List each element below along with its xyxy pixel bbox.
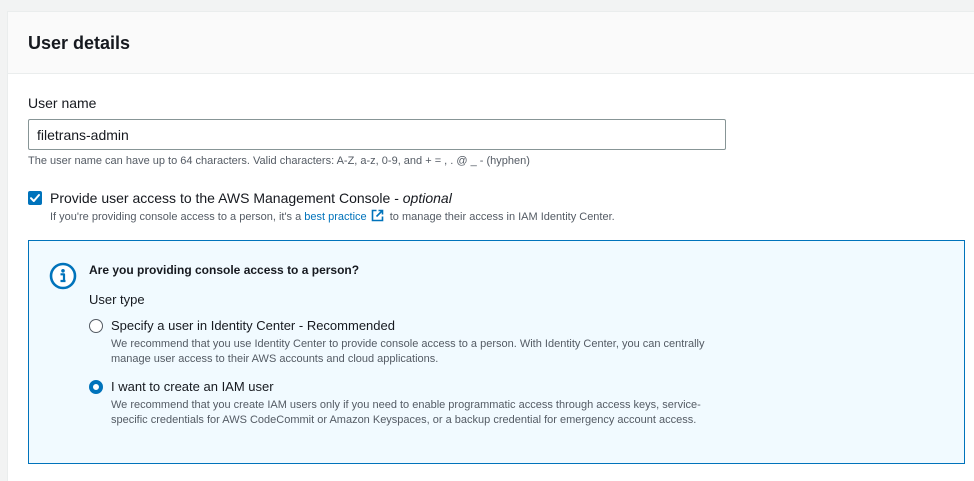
iam-user-label[interactable]: I want to create an IAM user	[111, 379, 274, 394]
console-access-checkbox[interactable]	[28, 191, 42, 205]
identity-center-radio[interactable]	[89, 319, 103, 333]
user-name-input[interactable]	[28, 119, 726, 150]
console-access-desc-after: to manage their access in IAM Identity C…	[386, 211, 615, 223]
identity-center-description: We recommend that you use Identity Cente…	[111, 338, 705, 365]
user-name-hint: The user name can have up to 64 characte…	[28, 155, 530, 167]
panel-title: User details	[28, 33, 131, 53]
best-practice-link[interactable]: best practice	[304, 211, 366, 223]
console-access-label[interactable]: Provide user access to the AWS Managemen…	[50, 190, 452, 206]
checkmark-icon	[30, 194, 40, 202]
identity-center-label[interactable]: Specify a user in Identity Center - Reco…	[111, 318, 395, 333]
user-type-label: User type	[89, 292, 145, 307]
optional-text: optional	[402, 190, 452, 206]
user-details-panel: User details User name The user name can…	[7, 11, 974, 481]
iam-user-description: We recommend that you create IAM users o…	[111, 399, 701, 426]
iam-user-radio[interactable]	[89, 380, 103, 394]
console-access-info-alert: Are you providing console access to a pe…	[28, 240, 965, 464]
info-icon	[49, 262, 77, 290]
console-access-label-text: Provide user access to the AWS Managemen…	[50, 190, 403, 206]
user-name-label: User name	[28, 95, 97, 111]
panel-header: User details	[8, 12, 974, 74]
info-title: Are you providing console access to a pe…	[89, 263, 360, 277]
console-access-desc-before: If you're providing console access to a …	[50, 211, 305, 223]
external-link-icon[interactable]	[371, 209, 384, 222]
console-access-description: If you're providing console access to a …	[50, 209, 615, 223]
